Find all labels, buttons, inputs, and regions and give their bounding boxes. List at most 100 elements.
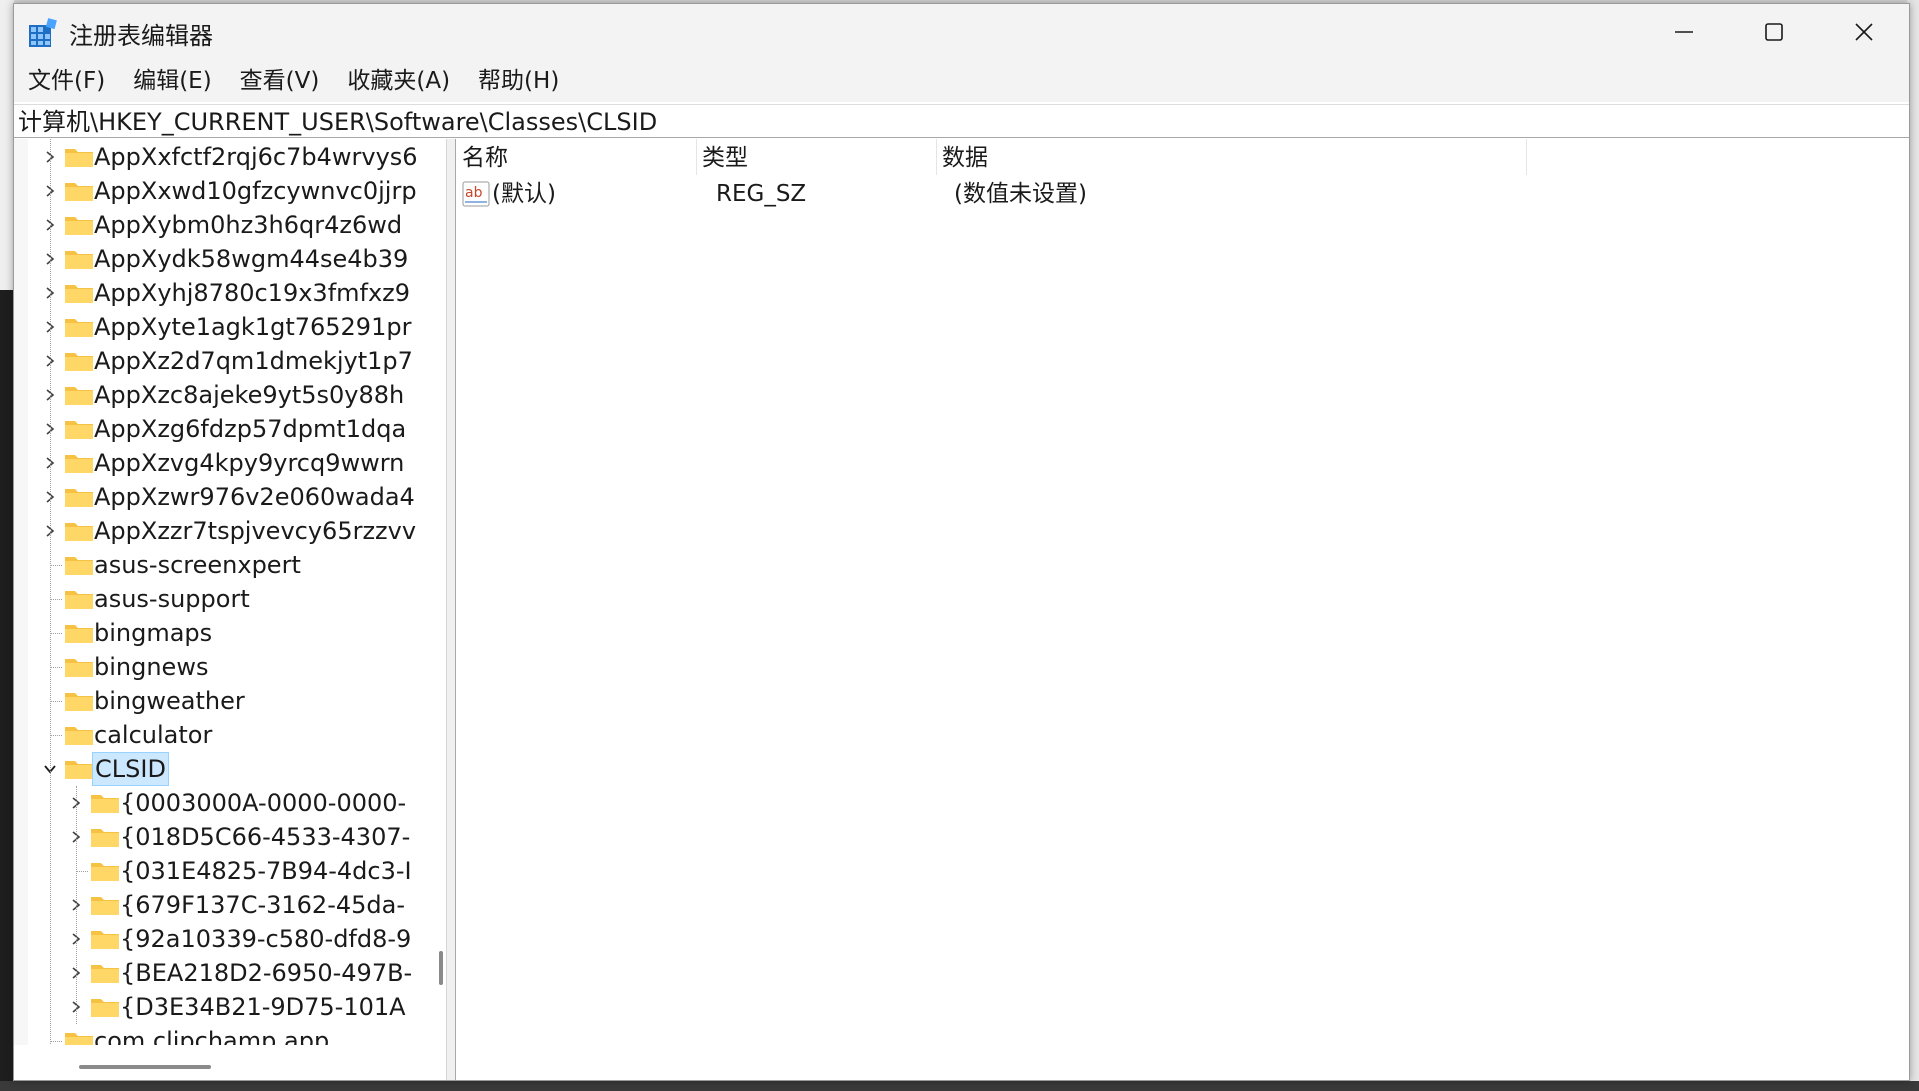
column-separator[interactable] — [1526, 139, 1527, 175]
tree-horizontal-scroll-thumb[interactable] — [79, 1065, 211, 1069]
folder-icon — [64, 282, 94, 304]
tree-item[interactable]: bingmaps — [14, 616, 426, 650]
title-bar[interactable]: 注册表编辑器 — [14, 4, 1909, 60]
tree-item[interactable]: AppXzzr7tspjvevcy65rzzvv — [14, 514, 426, 548]
tree-item-label: com.clipchamp.app — [94, 1027, 330, 1045]
tree-item-label: {BEA218D2-6950-497B- — [120, 959, 413, 987]
values-list[interactable]: 名称 类型 数据 ab (默认) REG_SZ (数值未设置) — [456, 139, 1909, 1080]
tree-item-label: AppXz2d7qm1dmekjyt1p7 — [94, 347, 413, 375]
tree-item-label: bingweather — [94, 687, 245, 715]
value-name: (默认) — [492, 181, 556, 207]
folder-icon — [64, 214, 94, 236]
column-header-type[interactable]: 类型 — [696, 139, 936, 175]
tree-item-label: {0003000A-0000-0000- — [120, 789, 407, 817]
tree-item-label: AppXxfctf2rqj6c7b4wrvys6 — [94, 143, 418, 171]
tree-connector — [50, 735, 62, 736]
tree-item-label: AppXzwr976v2e060wada4 — [94, 483, 415, 511]
tree-item[interactable]: AppXxfctf2rqj6c7b4wrvys6 — [14, 140, 426, 174]
list-header: 名称 类型 数据 — [456, 139, 1909, 175]
tree-item-label: asus-screenxpert — [94, 551, 301, 579]
address-bar[interactable]: 计算机\HKEY_CURRENT_USER\Software\Classes\C… — [14, 104, 1909, 138]
tree-item[interactable]: asus-support — [14, 582, 426, 616]
folder-icon — [64, 520, 94, 542]
window-title: 注册表编辑器 — [69, 22, 213, 50]
folder-icon — [90, 996, 120, 1018]
tree-item[interactable]: CLSID — [14, 752, 426, 786]
menu-help[interactable]: 帮助(H) — [464, 60, 573, 102]
tree-item[interactable]: AppXydk58wgm44se4b39 — [14, 242, 426, 276]
tree-item-label: {679F137C-3162-45da- — [120, 891, 405, 919]
column-header-data[interactable]: 数据 — [936, 139, 1506, 175]
pane-splitter[interactable] — [446, 139, 456, 1080]
tree-item[interactable]: bingnews — [14, 650, 426, 684]
value-type: REG_SZ — [716, 181, 807, 207]
tree-item[interactable]: AppXyhj8780c19x3fmfxz9 — [14, 276, 426, 310]
folder-icon — [64, 452, 94, 474]
folder-icon — [64, 384, 94, 406]
tree-item-label: AppXyhj8780c19x3fmfxz9 — [94, 279, 411, 307]
tree-item-label: {92a10339-c580-dfd8-9 — [120, 925, 412, 953]
tree-item[interactable]: AppXzwr976v2e060wada4 — [14, 480, 426, 514]
folder-icon — [64, 622, 94, 644]
folder-icon — [64, 656, 94, 678]
column-header-name[interactable]: 名称 — [456, 139, 696, 175]
tree-item[interactable]: AppXybm0hz3h6qr4z6wd — [14, 208, 426, 242]
folder-icon — [64, 1030, 94, 1045]
menu-file[interactable]: 文件(F) — [14, 60, 119, 102]
folder-icon — [64, 146, 94, 168]
folder-icon — [90, 826, 120, 848]
tree-item-label: AppXzg6fdzp57dpmt1dqa — [94, 415, 407, 443]
folder-icon — [64, 180, 94, 202]
menu-view[interactable]: 查看(V) — [226, 60, 334, 102]
desktop-left-upper — [0, 0, 14, 290]
folder-icon — [64, 248, 94, 270]
tree-vertical-scroll-thumb[interactable] — [439, 951, 443, 985]
tree-horizontal-scrollbar[interactable] — [14, 1045, 446, 1080]
tree-item[interactable]: AppXxwd10gfzcywnvc0jjrp — [14, 174, 426, 208]
close-icon — [1855, 23, 1873, 41]
tree-item-label: AppXxwd10gfzcywnvc0jjrp — [94, 177, 417, 205]
tree-connector — [50, 1041, 62, 1042]
folder-icon — [90, 928, 120, 950]
folder-icon — [64, 316, 94, 338]
folder-icon — [90, 962, 120, 984]
tree-item[interactable]: asus-screenxpert — [14, 548, 426, 582]
tree-connector — [50, 667, 62, 668]
tree-item-label: {031E4825-7B94-4dc3-I — [120, 857, 412, 885]
tree-item-label: {018D5C66-4533-4307- — [120, 823, 411, 851]
tree-item[interactable]: AppXzg6fdzp57dpmt1dqa — [14, 412, 426, 446]
close-button[interactable] — [1819, 4, 1909, 60]
table-row[interactable]: ab (默认) REG_SZ (数值未设置) — [456, 176, 1909, 212]
folder-icon — [64, 350, 94, 372]
tree-guide-line — [50, 139, 51, 1045]
tree-item[interactable]: calculator — [14, 718, 426, 752]
tree-item-label: AppXydk58wgm44se4b39 — [94, 245, 409, 273]
tree-item-label: AppXzvg4kpy9yrcq9wwrn — [94, 449, 405, 477]
tree-item[interactable]: AppXyte1agk1gt765291pr — [14, 310, 426, 344]
tree-connector — [50, 633, 62, 634]
registry-editor-icon — [29, 18, 57, 47]
tree-item[interactable]: com.clipchamp.app — [14, 1024, 426, 1045]
tree-guide-line — [76, 786, 77, 1024]
minimize-button[interactable] — [1639, 4, 1729, 60]
tree-item[interactable]: AppXzvg4kpy9yrcq9wwrn — [14, 446, 426, 480]
folder-icon — [90, 860, 120, 882]
tree-connector — [50, 565, 62, 566]
menu-favorites[interactable]: 收藏夹(A) — [333, 60, 464, 102]
tree-item-label: AppXyte1agk1gt765291pr — [94, 313, 412, 341]
value-data: (数值未设置) — [954, 181, 1087, 207]
tree-vertical-scrollbar[interactable] — [426, 139, 446, 1045]
tree-item-label: {D3E34B21-9D75-101A — [120, 993, 406, 1021]
folder-icon — [64, 724, 94, 746]
menu-edit[interactable]: 编辑(E) — [119, 60, 225, 102]
tree-item-label: AppXybm0hz3h6qr4z6wd — [94, 211, 403, 239]
tree-item[interactable]: AppXzc8ajeke9yt5s0y88h — [14, 378, 426, 412]
minimize-icon — [1675, 31, 1693, 33]
tree-item[interactable]: AppXz2d7qm1dmekjyt1p7 — [14, 344, 426, 378]
tree-viewport[interactable]: AppXxfctf2rqj6c7b4wrvys6 AppXxwd10gfzcywn… — [14, 139, 426, 1045]
maximize-button[interactable] — [1729, 4, 1819, 60]
tree-item[interactable]: bingweather — [14, 684, 426, 718]
folder-icon — [90, 792, 120, 814]
registry-tree[interactable]: AppXxfctf2rqj6c7b4wrvys6 AppXxwd10gfzcywn… — [14, 139, 446, 1080]
tree-item-label: AppXzzr7tspjvevcy65rzzvv — [94, 517, 417, 545]
